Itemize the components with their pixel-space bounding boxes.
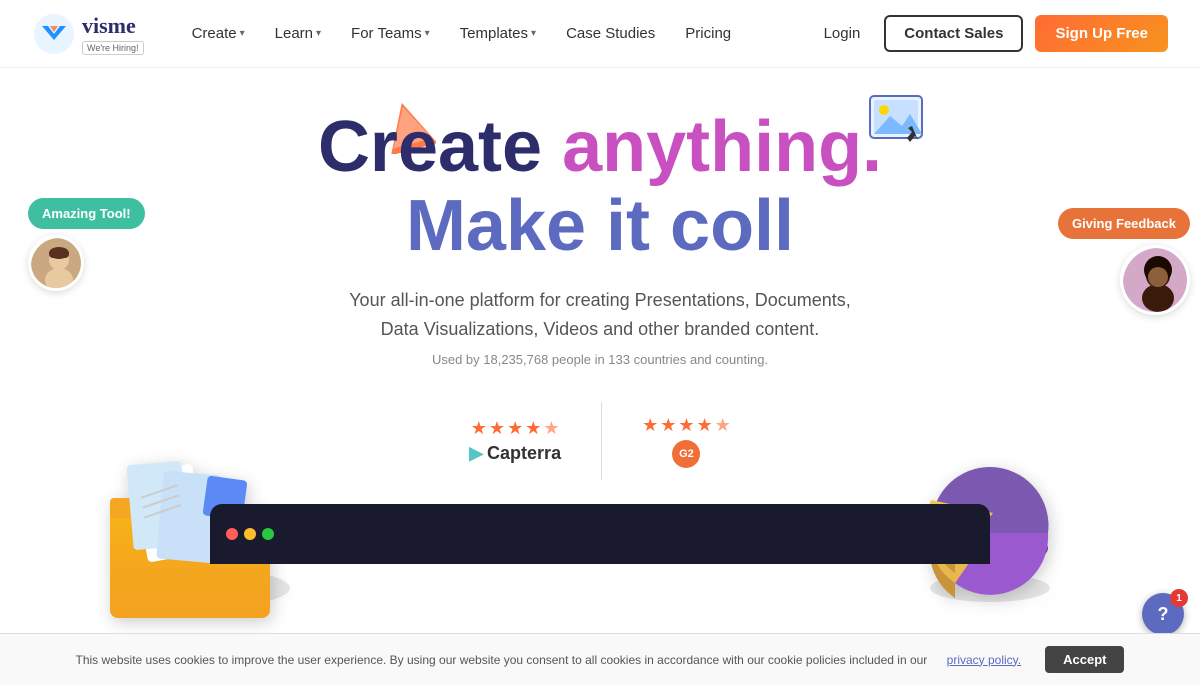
nav-right: Login Contact Sales Sign Up Free [812,15,1168,52]
nav-item-learn[interactable]: Learn ▾ [263,17,333,50]
help-badge: 1 [1170,589,1188,607]
g2-logo: G2 [672,440,700,468]
chevron-down-icon: ▾ [425,28,430,39]
logo-icon [32,12,76,56]
g2-stars: ★ ★ ★ ★ ★ [642,415,731,436]
chevron-down-icon: ▾ [240,28,245,39]
rating-capterra: ★ ★ ★ ★ ★ ▶ Capterra [429,402,602,480]
nav-item-create[interactable]: Create ▾ [180,17,257,50]
window-dot-red [226,528,238,540]
cookie-banner: This website uses cookies to improve the… [0,633,1200,685]
capterra-arrow-icon: ▶ [469,443,483,464]
help-icon: ? [1158,604,1169,625]
cookie-privacy-link[interactable]: privacy policy. [947,653,1021,667]
login-link[interactable]: Login [812,17,873,50]
nav-item-for-teams[interactable]: For Teams ▾ [339,17,442,50]
logo[interactable]: visme We're Hiring! [32,12,144,56]
nav-item-pricing[interactable]: Pricing [673,17,743,50]
g2-icon: G2 [672,440,700,468]
signup-button[interactable]: Sign Up Free [1035,15,1168,52]
rating-g2: ★ ★ ★ ★ ★ G2 [602,399,771,484]
cookie-accept-button[interactable]: Accept [1045,646,1124,673]
contact-sales-button[interactable]: Contact Sales [884,15,1023,52]
window-dot-green [262,528,274,540]
chevron-down-icon: ▾ [316,28,321,39]
chevron-down-icon: ▾ [531,28,536,39]
help-button[interactable]: ? 1 [1142,593,1184,635]
navbar: visme We're Hiring! Create ▾ Learn ▾ For… [0,0,1200,68]
hero-subtitle: Your all-in-one platform for creating Pr… [340,286,860,344]
hero-title-line1: Create anything. [0,108,1200,187]
nav-item-templates[interactable]: Templates ▾ [448,17,548,50]
hero-stats: Used by 18,235,768 people in 133 countri… [0,352,1200,367]
capterra-stars: ★ ★ ★ ★ ★ [471,418,560,439]
nav-links: Create ▾ Learn ▾ For Teams ▾ Templates ▾… [180,17,812,50]
capterra-logo: ▶ Capterra [469,443,561,464]
nav-item-case-studies[interactable]: Case Studies [554,17,667,50]
hero-section: Amazing Tool! Giving Feedback [0,68,1200,648]
window-dot-yellow [244,528,256,540]
cookie-text: This website uses cookies to improve the… [76,653,928,667]
screen-preview-bar [210,504,990,564]
logo-hiring-tag: We're Hiring! [82,41,144,55]
hero-title: Create anything. Make it coll [0,108,1200,266]
hero-title-line2: Make it coll [0,187,1200,266]
logo-wordmark: visme [82,13,144,39]
